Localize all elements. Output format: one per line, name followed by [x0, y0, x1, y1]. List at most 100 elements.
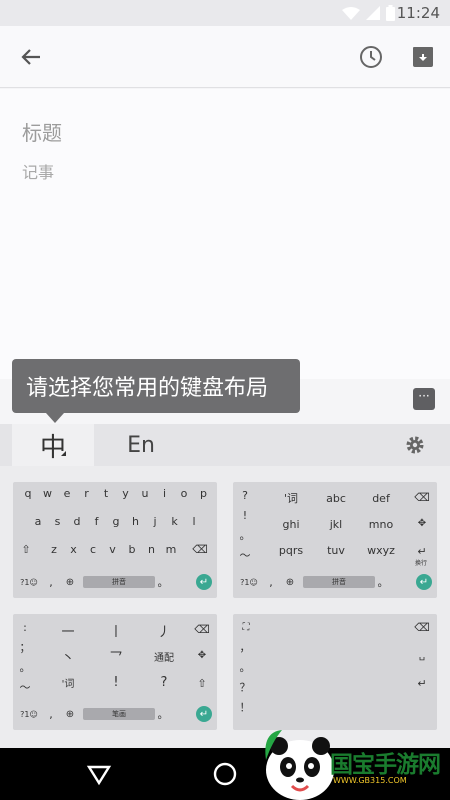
more-options-button[interactable]: ··· — [413, 388, 435, 410]
comma-key: , — [49, 575, 53, 589]
archive-button[interactable] — [406, 40, 440, 74]
tab-english[interactable]: En — [96, 424, 186, 466]
note-body-field[interactable]: 记事 — [22, 159, 54, 183]
tab-chinese[interactable]: 中 — [12, 424, 94, 466]
shift-icon: ⇧ — [21, 542, 31, 556]
period-key: 。 — [157, 576, 169, 589]
archive-icon — [413, 47, 433, 67]
gear-icon — [406, 436, 424, 454]
key-s: s — [54, 514, 61, 528]
stroke-key: '词 — [61, 678, 75, 690]
key-k: k — [171, 514, 178, 528]
key-v: v — [109, 542, 116, 556]
backspace-icon: ⌫ — [414, 620, 430, 634]
side-key: ， — [239, 641, 251, 654]
shift-icon: ⇧ — [197, 676, 207, 690]
top-app-bar — [0, 26, 450, 88]
space-key: 笔画 — [83, 708, 155, 720]
side-key: ～ — [239, 549, 251, 562]
key-l: l — [192, 514, 196, 528]
t9-key: '词 — [283, 492, 299, 505]
key-q: q — [24, 486, 32, 500]
key-w: w — [43, 486, 52, 500]
clock-icon — [360, 46, 382, 68]
side-key: : — [23, 620, 27, 634]
enter-label: 换行 — [414, 559, 427, 567]
keyboard-settings-button[interactable] — [400, 424, 430, 466]
key-r: r — [84, 486, 89, 500]
key-f: f — [94, 514, 99, 528]
status-bar: 11:24 — [0, 0, 450, 26]
key-a: a — [34, 514, 42, 528]
t9-key: def — [372, 491, 390, 505]
key-n: n — [148, 542, 155, 556]
layout-stroke[interactable]: :；。～一丨丿丶乛通配 '词!? ⌫ ✥ ⇧ ?1☺, ⊕ 笔画。 ↵ — [13, 614, 217, 730]
key-x: x — [70, 542, 77, 556]
key-t: t — [103, 486, 109, 500]
globe-icon: ⊕ — [65, 708, 75, 720]
key-d: d — [73, 514, 81, 528]
wifi-icon — [342, 7, 360, 20]
side-key: ！ — [239, 701, 251, 714]
period-key: 。 — [377, 576, 389, 589]
space-key: 拼音 — [303, 576, 375, 588]
key-u: u — [141, 486, 149, 500]
back-nav-icon[interactable] — [86, 761, 112, 787]
expand-icon: ⛶ — [242, 621, 250, 633]
t9-key: wxyz — [367, 543, 395, 557]
comma-key: , — [49, 707, 53, 721]
t9-key: jkl — [329, 517, 343, 531]
enter-key: ↵ — [416, 574, 432, 590]
layout-qwerty[interactable]: q w e r t y u i o p a s d f g h j k l ⇧ z x c v b n m ⌫ ?1☺, ⊕ 拼音。 ↵ — [13, 482, 217, 598]
key-e: e — [63, 486, 71, 500]
symbol-key: ?1☺ — [20, 577, 38, 587]
t9-key: ghi — [282, 517, 300, 531]
stroke-key: 丶 — [61, 650, 75, 666]
backspace-icon: ⌫ — [414, 490, 430, 504]
backspace-icon: ⌫ — [194, 622, 210, 636]
key-c: c — [89, 542, 97, 556]
stroke-key: 一 — [61, 624, 75, 640]
arrow-left-icon — [21, 49, 40, 65]
stroke-key: 通配 — [154, 652, 174, 664]
key-z: z — [51, 542, 57, 556]
watermark-url: WWW.GB315.COM — [333, 776, 407, 785]
side-key: 。 — [239, 529, 251, 542]
key-g: g — [112, 514, 120, 528]
stroke-key: ! — [113, 674, 119, 690]
layout-tooltip: 请选择您常用的键盘布局 — [12, 359, 300, 423]
tab-english-label: En — [127, 432, 155, 458]
side-key: ? — [242, 488, 248, 502]
backspace-icon: ⌫ — [192, 542, 208, 556]
watermark-text: 国宝手游网 — [330, 752, 441, 778]
enter-icon: ↵ — [417, 544, 427, 558]
title-field[interactable]: 标题 — [22, 117, 62, 146]
key-y: y — [122, 486, 129, 500]
key-b: b — [128, 542, 136, 556]
side-key: ； — [19, 641, 31, 654]
enter-key: ↵ — [196, 706, 212, 722]
symbol-key: ?1☺ — [240, 577, 258, 587]
t9-key: mno — [368, 517, 394, 531]
back-button[interactable] — [14, 40, 48, 74]
key-i: i — [162, 486, 167, 500]
period-key: 。 — [157, 708, 169, 721]
key-p: p — [200, 486, 207, 500]
globe-icon: ⊕ — [285, 576, 295, 588]
key-o: o — [180, 486, 188, 500]
side-key: ! — [242, 508, 248, 522]
cursor-move-icon: ✥ — [197, 649, 207, 661]
side-key: 。 — [239, 661, 251, 674]
comma-key: , — [269, 575, 273, 589]
reminder-button[interactable] — [354, 40, 388, 74]
stroke-key: 乛 — [109, 650, 123, 666]
home-nav-icon[interactable] — [212, 761, 238, 787]
layout-t9[interactable]: ?!。～ '词 abc def ghi jkl mno pqrs tuv wxyz ⌫ ✥ ↵ 换行 ?1☺… — [233, 482, 437, 598]
signal-icon — [366, 6, 380, 20]
side-key: ～ — [19, 681, 31, 694]
side-key: 。 — [19, 661, 31, 674]
cursor-move-icon: ✥ — [417, 517, 427, 529]
symbol-key: ?1☺ — [20, 709, 38, 719]
keyboard-language-tabs: 中 En — [0, 424, 450, 466]
stroke-key: 丿 — [157, 624, 171, 640]
